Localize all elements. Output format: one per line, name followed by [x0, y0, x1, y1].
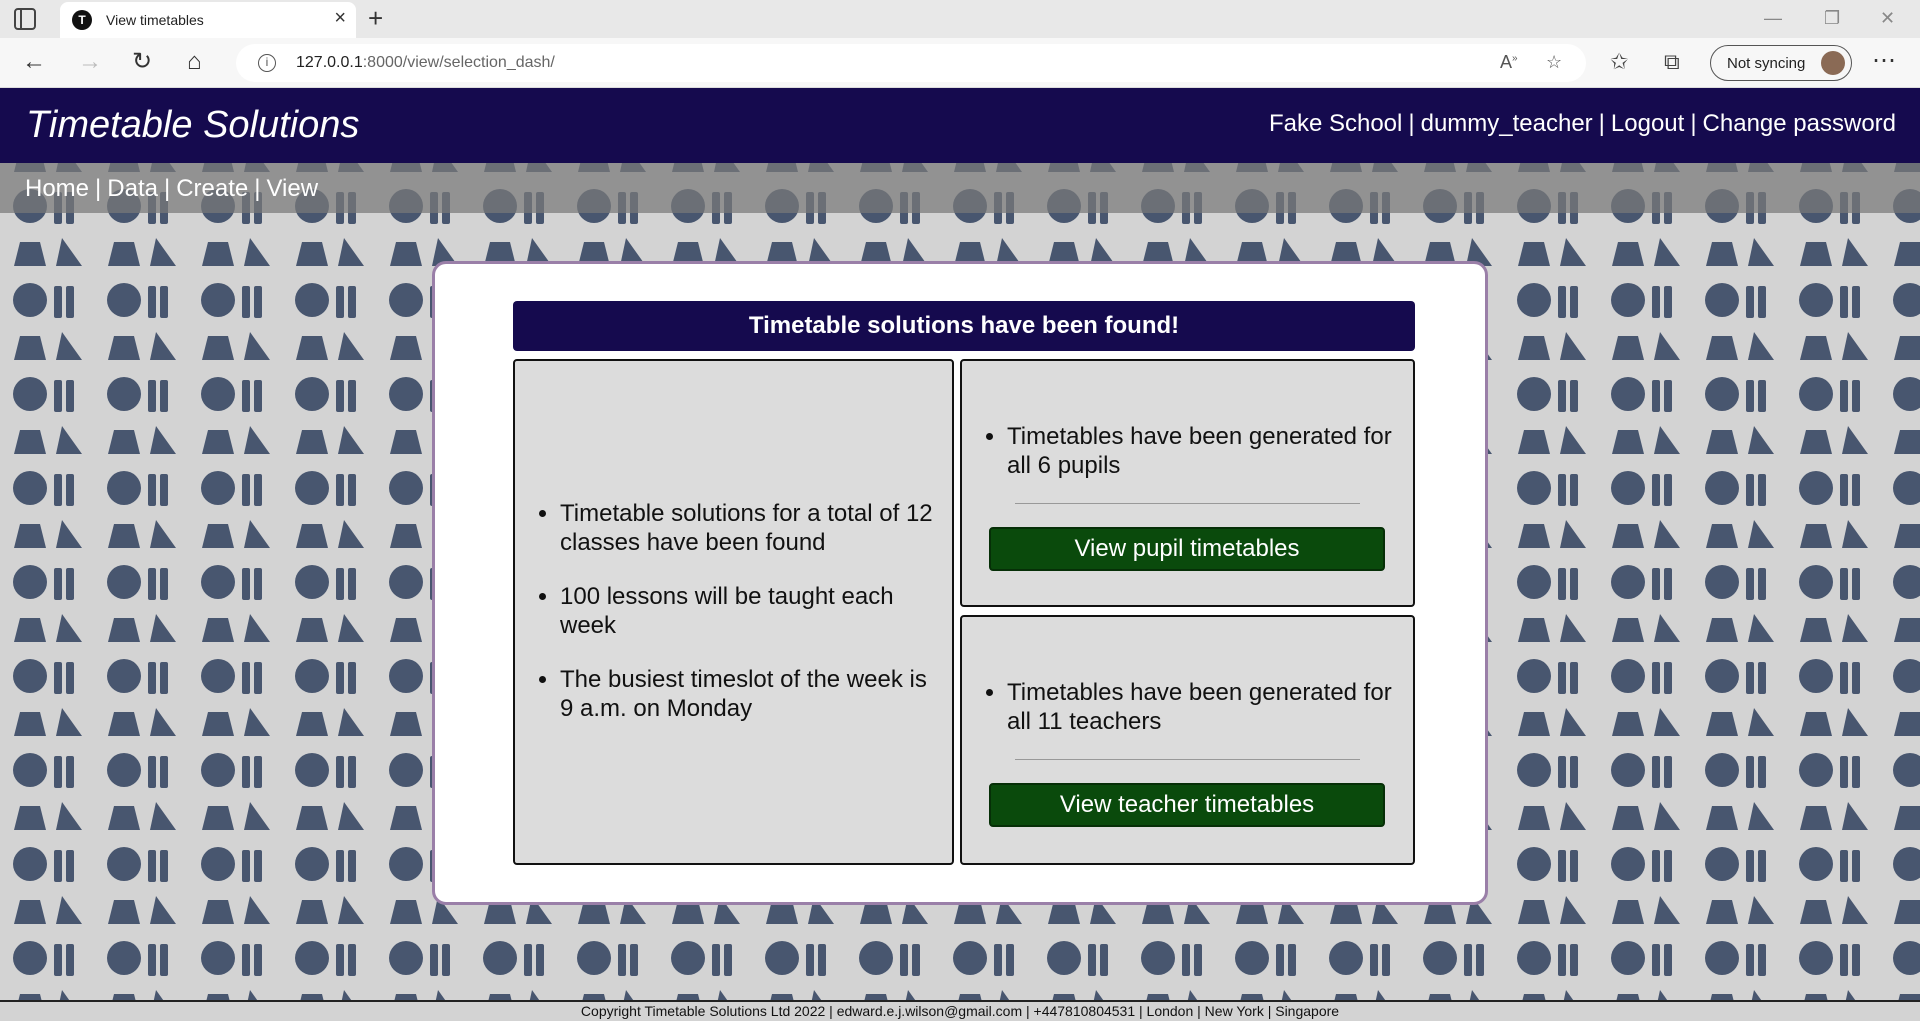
- view-pupil-timetables-button[interactable]: View pupil timetables: [989, 527, 1385, 571]
- forward-icon[interactable]: →: [78, 48, 102, 76]
- results-banner: Timetable solutions have been found!: [513, 301, 1415, 351]
- separator: |: [254, 175, 261, 202]
- info-icon[interactable]: i: [258, 54, 276, 72]
- menu-create-link[interactable]: Create: [176, 175, 248, 202]
- more-icon[interactable]: ⋯: [1872, 46, 1896, 75]
- account-links: Fake School | dummy_teacher | Logout | Change …: [1269, 110, 1896, 138]
- tab-title: View timetables: [106, 12, 204, 28]
- main-menu: Home | Data | Create | View: [0, 163, 1920, 213]
- menu-data-link[interactable]: Data: [107, 175, 158, 202]
- summary-classes: Timetable solutions for a total of 12 cl…: [560, 499, 940, 557]
- separator: |: [163, 175, 171, 202]
- back-icon[interactable]: ←: [22, 48, 46, 76]
- menu-home-link[interactable]: Home: [25, 175, 89, 202]
- site-title: Timetable Solutions: [26, 104, 360, 146]
- page-viewport: Timetable Solutions Fake School | dummy_te…: [0, 88, 1920, 1021]
- address-bar[interactable]: i 127.0.0.1:8000/view/selection_dash/ A»…: [236, 44, 1586, 82]
- separator: |: [95, 175, 102, 202]
- menu-view-link[interactable]: View: [266, 175, 318, 202]
- separator: |: [1690, 110, 1697, 137]
- close-window-icon[interactable]: ✕: [1880, 6, 1895, 30]
- divider: [1015, 503, 1360, 504]
- restore-icon[interactable]: ❐: [1824, 6, 1840, 30]
- browser-toolbar: ← → ↻ ⌂ i 127.0.0.1:8000/view/selection_…: [0, 38, 1920, 88]
- avatar: [1821, 51, 1845, 75]
- pupils-status: Timetables have been generated for all 6…: [1007, 422, 1397, 480]
- change-password-link[interactable]: Change password: [1703, 110, 1896, 137]
- username: dummy_teacher: [1420, 110, 1593, 137]
- separator: |: [1408, 110, 1415, 137]
- divider: [1015, 759, 1360, 760]
- collections-icon[interactable]: ⧉: [1664, 48, 1680, 76]
- close-tab-icon[interactable]: ×: [334, 8, 346, 28]
- summary-lessons: 100 lessons will be taught each week: [560, 582, 940, 640]
- separator: |: [1598, 110, 1605, 137]
- new-tab-icon[interactable]: +: [368, 4, 383, 32]
- url-text[interactable]: 127.0.0.1:8000/view/selection_dash/: [296, 54, 555, 72]
- favorites-icon[interactable]: ✩: [1610, 48, 1628, 76]
- favicon-icon: T: [72, 10, 92, 30]
- browser-tab-bar: T View timetables × + — ❐ ✕: [0, 0, 1920, 38]
- minimize-icon[interactable]: —: [1764, 6, 1782, 30]
- site-header: Timetable Solutions Fake School | dummy_te…: [0, 88, 1920, 163]
- teachers-status: Timetables have been generated for all 1…: [1007, 678, 1397, 736]
- add-favorite-icon[interactable]: ☆: [1546, 52, 1562, 73]
- footer: Copyright Timetable Solutions Ltd 2022 |…: [0, 1000, 1920, 1021]
- summary-busiest-slot: The busiest timeslot of the week is 9 a.…: [560, 665, 940, 723]
- summary-list: Timetable solutions for a total of 12 cl…: [560, 499, 940, 748]
- url-host: 127.0.0.1: [296, 54, 363, 71]
- logout-link[interactable]: Logout: [1611, 110, 1684, 137]
- profile-button[interactable]: Not syncing: [1710, 45, 1852, 81]
- refresh-icon[interactable]: ↻: [132, 48, 152, 76]
- results-card: Timetable solutions have been found! Tim…: [432, 261, 1488, 905]
- home-icon[interactable]: ⌂: [187, 48, 202, 76]
- pupils-panel: Timetables have been generated for all 6…: [960, 359, 1415, 607]
- teachers-panel: Timetables have been generated for all 1…: [960, 615, 1415, 865]
- view-teacher-timetables-button[interactable]: View teacher timetables: [989, 783, 1385, 827]
- browser-tab[interactable]: T View timetables ×: [60, 2, 356, 38]
- school-name: Fake School: [1268, 110, 1403, 137]
- url-path: :8000/view/selection_dash/: [362, 54, 555, 71]
- sync-label: Not syncing: [1727, 55, 1806, 72]
- summary-panel: Timetable solutions for a total of 12 cl…: [513, 359, 954, 865]
- read-aloud-icon[interactable]: A»: [1500, 52, 1518, 73]
- sidebar-icon[interactable]: [14, 8, 36, 30]
